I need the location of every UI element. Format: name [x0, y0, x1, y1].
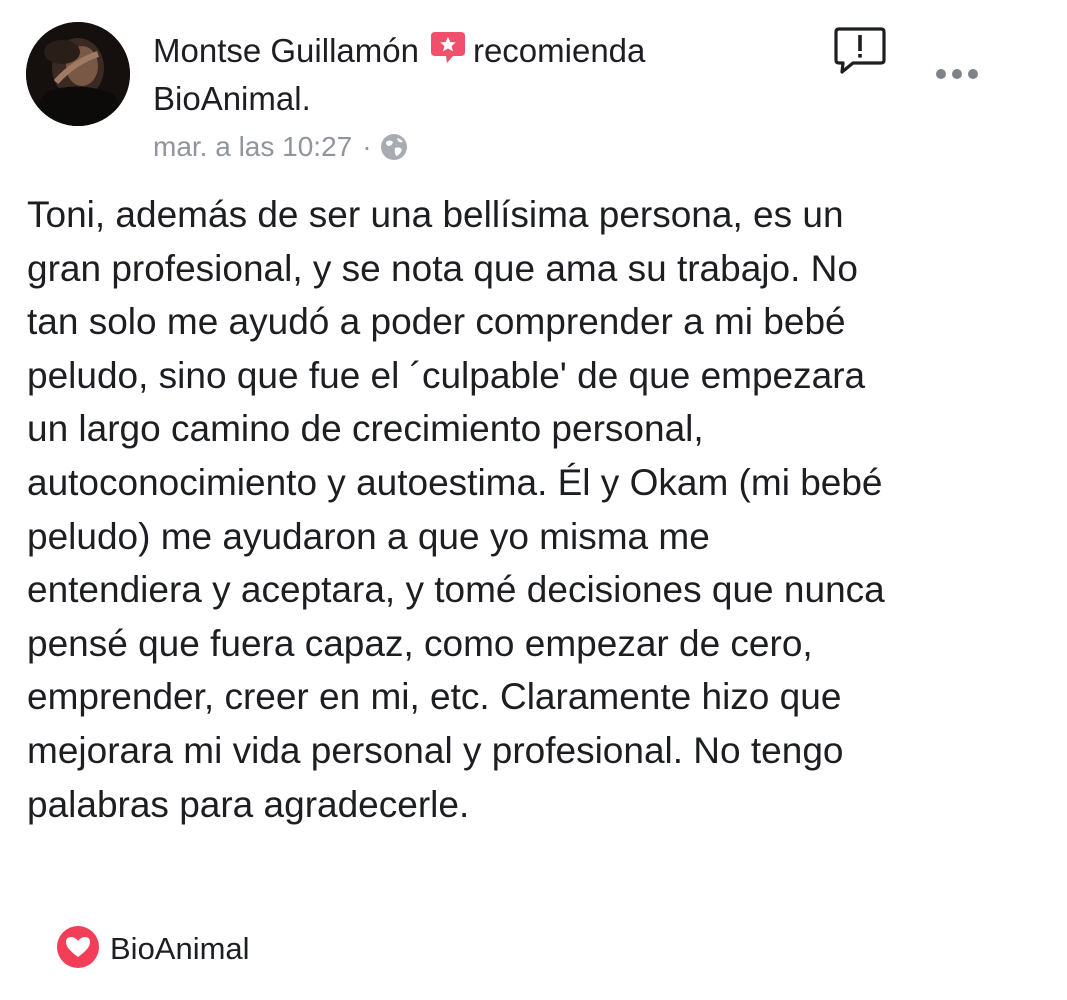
- avatar-photo: [26, 22, 130, 126]
- page-tag[interactable]: BioAnimal: [56, 925, 250, 981]
- action-text: recomienda: [472, 32, 646, 69]
- report-icon[interactable]: [833, 26, 887, 81]
- page-tag-label: BioAnimal: [110, 931, 250, 966]
- globe-icon: [380, 132, 408, 172]
- more-options-icon[interactable]: [934, 66, 980, 87]
- author-avatar[interactable]: [26, 22, 130, 126]
- post-header: Montse Guillamón recomienda: [153, 30, 645, 75]
- page-name-line: BioAnimal.: [153, 79, 311, 119]
- recommend-star-icon: [429, 30, 467, 75]
- meta-separator: ·: [362, 131, 372, 162]
- timestamp[interactable]: mar. a las 10:27: [153, 131, 352, 162]
- post-body-text: Toni, además de ser una bellísima person…: [27, 194, 885, 825]
- author-name[interactable]: Montse Guillamón: [153, 32, 419, 69]
- post-meta: mar. a las 10:27 ·: [153, 127, 408, 172]
- heart-icon: [56, 925, 100, 981]
- page-name[interactable]: BioAnimal.: [153, 80, 311, 117]
